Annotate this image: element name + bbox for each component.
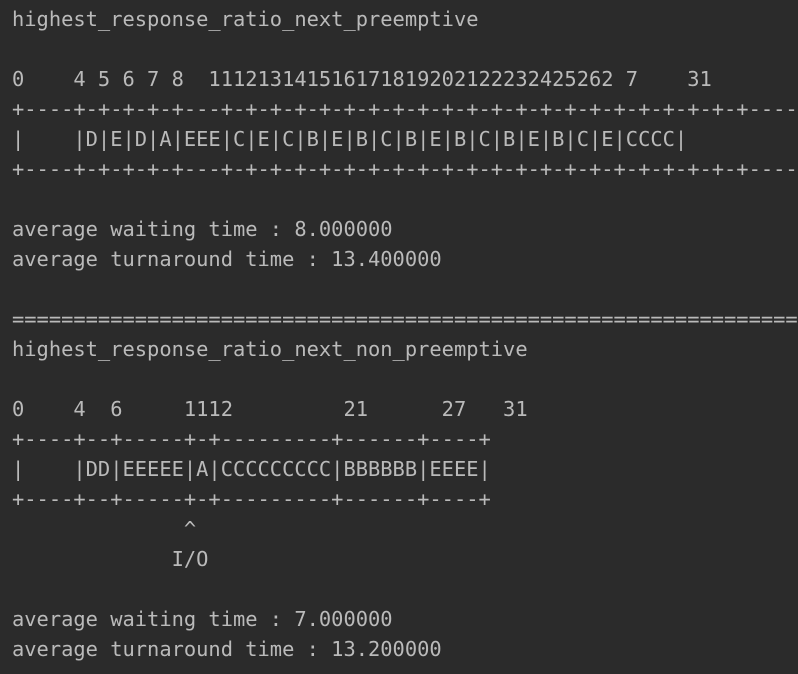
title-preemptive: highest_response_ratio_next_preemptive bbox=[12, 7, 479, 31]
gantt-border-top-preemptive: +----+-+-+-+-+---+-+-+-+-+-+-+-+-+-+-+-+… bbox=[12, 97, 798, 121]
io-marker-label: I/O bbox=[12, 547, 209, 571]
avg-waiting-time-preemptive: average waiting time : 8.000000 bbox=[12, 217, 393, 241]
gantt-row-non-preemptive: | |DD|EEEEE|A|CCCCCCCCC|BBBBBB|EEEE| bbox=[12, 457, 491, 481]
io-marker-caret: ^ bbox=[12, 517, 197, 541]
separator-line: ========================================… bbox=[12, 307, 798, 331]
title-non-preemptive: highest_response_ratio_next_non_preempti… bbox=[12, 337, 528, 361]
gantt-timeline-non-preemptive: 0 4 6 1112 21 27 31 bbox=[12, 397, 528, 421]
avg-turnaround-time-preemptive: average turnaround time : 13.400000 bbox=[12, 247, 442, 271]
gantt-timeline-preemptive: 0 4 5 6 7 8 1112131415161718192021222324… bbox=[12, 67, 712, 91]
avg-turnaround-time-non-preemptive: average turnaround time : 13.200000 bbox=[12, 637, 442, 661]
terminal-output: highest_response_ratio_next_preemptive 0… bbox=[0, 0, 798, 674]
gantt-row-preemptive: | |D|E|D|A|EEE|C|E|C|B|E|B|C|B|E|B|C|B|E… bbox=[12, 127, 688, 151]
gantt-border-bottom-non-preemptive: +----+--+-----+-+---------+------+----+ bbox=[12, 487, 491, 511]
avg-waiting-time-non-preemptive: average waiting time : 7.000000 bbox=[12, 607, 393, 631]
gantt-border-top-non-preemptive: +----+--+-----+-+---------+------+----+ bbox=[12, 427, 491, 451]
gantt-border-bottom-preemptive: +----+-+-+-+-+---+-+-+-+-+-+-+-+-+-+-+-+… bbox=[12, 157, 798, 181]
